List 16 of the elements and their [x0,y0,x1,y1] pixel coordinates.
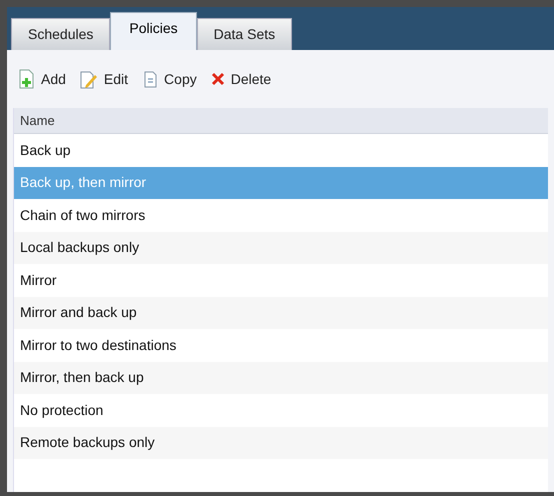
delete-icon [210,72,225,86]
tab[interactable]: Policies [110,12,197,50]
copy-file-icon [142,70,158,88]
copy-button[interactable]: Copy [142,68,197,90]
table-row[interactable]: Remote backups only [14,426,548,459]
add-button[interactable]: Add [19,68,66,90]
add-file-icon [19,69,35,89]
edit-file-icon [80,69,98,89]
tab[interactable]: Data Sets [196,18,292,50]
table-row[interactable]: Local backups only [14,232,548,264]
table-row[interactable]: Mirror, then back up [14,362,548,394]
delete-button[interactable]: Delete [210,68,272,90]
tab[interactable]: Schedules [11,18,110,50]
table-row[interactable]: Mirror and back up [14,296,548,329]
edit-button[interactable]: Edit [80,68,128,90]
column-header[interactable]: Name [20,110,55,130]
